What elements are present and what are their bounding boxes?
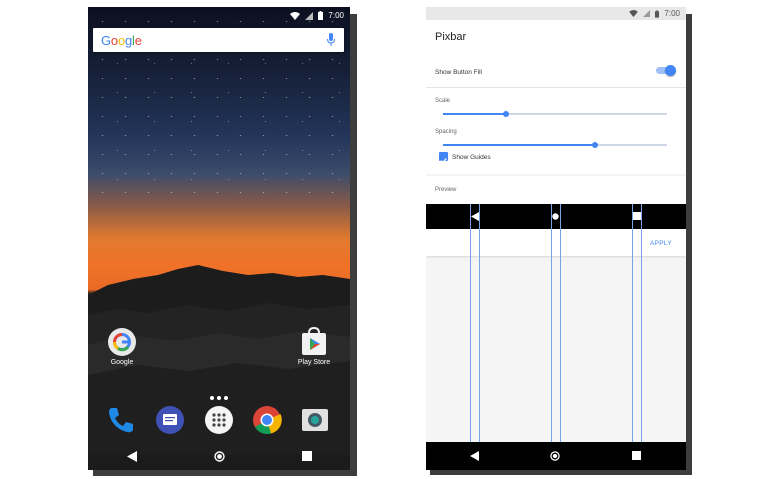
spacing-slider-thumb[interactable] bbox=[592, 141, 599, 148]
preview-nav-bar bbox=[426, 204, 686, 229]
divider bbox=[426, 87, 686, 88]
show-button-fill-switch[interactable] bbox=[656, 65, 676, 76]
play-store-app[interactable]: Play Store bbox=[284, 327, 344, 366]
apply-button[interactable]: APPLY bbox=[650, 240, 672, 247]
google-search-bar[interactable]: Google bbox=[93, 28, 344, 52]
back-icon[interactable] bbox=[470, 451, 479, 461]
messages-icon[interactable] bbox=[155, 405, 185, 435]
recents-icon[interactable] bbox=[301, 451, 312, 461]
battery-icon bbox=[318, 11, 324, 20]
guide-line bbox=[551, 204, 552, 442]
guide-line bbox=[470, 204, 471, 442]
google-app[interactable]: Google bbox=[92, 327, 152, 366]
google-logo: Google bbox=[101, 33, 142, 48]
wifi-icon bbox=[290, 11, 301, 20]
guide-line bbox=[560, 204, 561, 442]
app-drawer-icon[interactable] bbox=[204, 405, 234, 435]
show-guides-checkbox[interactable] bbox=[439, 152, 448, 164]
preview-header: Preview bbox=[426, 176, 686, 204]
settings-card: Show Button Fill Scale Spacing Show Guid… bbox=[426, 56, 686, 174]
show-guides-label: Show Guides bbox=[452, 154, 491, 161]
status-time: 7:00 bbox=[664, 9, 680, 18]
spacing-label: Spacing bbox=[435, 129, 457, 135]
spacing-slider[interactable] bbox=[443, 141, 667, 148]
phone-icon[interactable] bbox=[106, 405, 136, 435]
page-indicator bbox=[210, 396, 228, 400]
status-bar: 7:00 bbox=[426, 7, 686, 20]
home-icon[interactable] bbox=[213, 450, 225, 462]
recents-icon[interactable] bbox=[632, 451, 641, 460]
home-screen: 7:00 Google Google Play Store bbox=[88, 7, 350, 470]
app-toolbar: Pixbar bbox=[426, 20, 686, 56]
battery-icon bbox=[655, 9, 660, 18]
scale-slider[interactable] bbox=[443, 110, 667, 117]
check-icon bbox=[440, 158, 447, 164]
preview-label: Preview bbox=[435, 187, 457, 193]
chrome-icon[interactable] bbox=[252, 405, 282, 435]
mic-icon[interactable] bbox=[327, 33, 335, 46]
device-nav-bar bbox=[426, 442, 686, 470]
home-icon[interactable] bbox=[550, 451, 560, 461]
scale-label: Scale bbox=[435, 98, 451, 104]
camera-icon[interactable] bbox=[300, 405, 330, 435]
signal-icon bbox=[643, 10, 651, 17]
guide-line bbox=[641, 204, 642, 442]
status-time: 7:00 bbox=[328, 11, 344, 20]
scale-slider-thumb[interactable] bbox=[502, 110, 509, 117]
status-bar: 7:00 bbox=[88, 7, 350, 24]
show-button-fill-label: Show Button Fill bbox=[435, 69, 482, 76]
play-store-label: Play Store bbox=[297, 359, 331, 366]
home-nav-bar bbox=[88, 442, 350, 470]
guide-line bbox=[479, 204, 480, 442]
wifi-icon bbox=[629, 10, 639, 17]
preview-home-icon bbox=[552, 213, 559, 220]
pixbar-screen: 7:00 Pixbar Show Button Fill Scale Spaci… bbox=[426, 7, 686, 470]
preview-back-icon bbox=[471, 212, 479, 221]
page-title: Pixbar bbox=[435, 31, 467, 43]
play-store-icon bbox=[302, 327, 326, 355]
back-icon[interactable] bbox=[126, 450, 137, 462]
apply-card bbox=[426, 229, 686, 256]
signal-icon bbox=[305, 11, 314, 20]
guide-line bbox=[632, 204, 633, 442]
google-app-label: Google bbox=[110, 359, 134, 366]
google-app-icon bbox=[108, 328, 136, 356]
preview-recents-icon bbox=[633, 212, 641, 220]
